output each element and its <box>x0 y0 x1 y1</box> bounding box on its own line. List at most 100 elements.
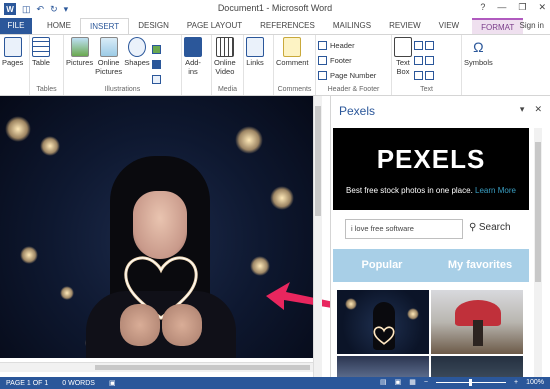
save-icon[interactable]: ◫ <box>22 4 31 15</box>
symbols-button[interactable]: Ω Symbols <box>464 37 493 67</box>
thumb-heart <box>373 326 395 345</box>
document-area[interactable] <box>0 96 334 377</box>
shapes-button[interactable]: Shapes <box>124 37 150 67</box>
object-button[interactable] <box>425 69 434 82</box>
tab-format[interactable]: FORMAT <box>472 18 524 34</box>
tab-insert[interactable]: INSERT <box>80 18 130 34</box>
header-label: Header <box>330 41 355 50</box>
header-button[interactable]: Header <box>318 39 376 52</box>
text-box-button[interactable]: Text Box <box>394 37 412 76</box>
undo-icon[interactable]: ↶ <box>37 4 45 15</box>
help-icon[interactable]: ? <box>480 2 485 13</box>
window-controls: ? — ❐ ✕ <box>480 2 546 13</box>
links-button[interactable]: Links <box>246 37 264 67</box>
addins-label-1: Add- <box>185 58 201 67</box>
pexels-search-input[interactable]: i love free software <box>345 219 463 239</box>
group-illustrations: Pictures Online Pictures Shapes Illustra… <box>64 35 182 95</box>
redo-icon[interactable]: ↻ <box>50 4 58 15</box>
pane-title: Pexels <box>339 104 376 118</box>
signature-line-button[interactable] <box>425 39 434 52</box>
bokeh-light <box>40 136 60 156</box>
word-count[interactable]: 0 WORDS <box>62 380 95 387</box>
horizontal-scroll-thumb[interactable] <box>95 365 310 370</box>
pictures-button[interactable]: Pictures <box>66 37 93 67</box>
pane-scrollbar[interactable] <box>534 128 542 377</box>
comment-button[interactable]: Comment <box>276 37 309 67</box>
addins-label-2: ins <box>188 67 198 76</box>
smartart-button[interactable] <box>151 43 161 56</box>
pexels-search-button[interactable]: ⚲ Search <box>469 222 511 233</box>
bokeh-light <box>20 246 38 264</box>
close-button[interactable]: ✕ <box>538 2 546 13</box>
zoom-slider[interactable] <box>436 378 506 386</box>
pane-scroll-thumb[interactable] <box>535 142 541 282</box>
text-box-label-1: Text <box>396 58 410 67</box>
sign-in-link[interactable]: Sign in <box>520 21 544 30</box>
tab-references[interactable]: REFERENCES <box>251 18 324 34</box>
minimize-button[interactable]: — <box>497 2 506 13</box>
drop-cap-button[interactable] <box>414 69 423 82</box>
document-horizontal-scrollbar[interactable] <box>0 362 313 372</box>
online-video-button[interactable]: Online Video <box>214 37 236 76</box>
tab-design[interactable]: DESIGN <box>129 18 178 34</box>
table-button[interactable]: Table <box>32 37 50 67</box>
pane-close-icon[interactable]: ✕ <box>534 104 542 115</box>
bokeh-light <box>270 186 294 210</box>
header-footer-list: Header Footer Page Number <box>318 37 376 82</box>
web-layout-icon[interactable]: ▦ <box>409 378 416 386</box>
pane-options-icon[interactable]: ▾ <box>520 104 525 115</box>
pages-button[interactable]: Pages <box>2 37 23 67</box>
tab-home[interactable]: HOME <box>38 18 80 34</box>
quick-parts-icon <box>414 41 423 50</box>
quick-parts-button[interactable] <box>414 39 423 52</box>
tab-page-layout[interactable]: PAGE LAYOUT <box>178 18 251 34</box>
group-header-footer: Header Footer Page Number Header & Foote… <box>316 35 392 95</box>
zoom-in-button[interactable]: + <box>514 379 518 386</box>
photo-thumbnail[interactable] <box>337 356 429 377</box>
tab-mailings[interactable]: MAILINGS <box>324 18 380 34</box>
pages-icon <box>3 37 22 57</box>
read-mode-icon[interactable]: ▤ <box>380 378 387 386</box>
customize-qat-icon[interactable]: ▾ <box>64 4 69 15</box>
zoom-out-button[interactable]: − <box>424 379 428 386</box>
ribbon: Pages Table Tables Pictures Online Pictu… <box>0 34 550 96</box>
page-number-button[interactable]: Page Number <box>318 69 376 82</box>
vertical-scroll-thumb[interactable] <box>315 106 321 216</box>
date-time-button[interactable] <box>425 54 434 67</box>
photo-thumbnail[interactable] <box>337 290 429 354</box>
text-tools-list-2 <box>425 37 434 82</box>
pexels-logo: PEXELS <box>376 144 486 174</box>
online-pictures-icon <box>99 37 118 57</box>
tab-file[interactable]: FILE <box>0 18 32 34</box>
tab-review[interactable]: REVIEW <box>380 18 430 34</box>
learn-more-link[interactable]: Learn More <box>475 186 516 195</box>
tab-my-favorites[interactable]: My favorites <box>431 249 529 282</box>
group-text: Text Box Text <box>392 35 462 95</box>
restore-button[interactable]: ❐ <box>518 2 526 13</box>
search-button-label: Search <box>478 222 511 233</box>
status-bar: PAGE 1 OF 1 0 WORDS ▣ ▤ ▣ ▦ − + 100% <box>0 377 550 389</box>
wordart-button[interactable] <box>414 54 423 67</box>
document-vertical-scrollbar[interactable] <box>313 96 322 377</box>
group-comments: Comment Comments <box>274 35 316 95</box>
photo-thumbnail[interactable] <box>431 290 523 354</box>
group-label-tables: Tables <box>36 86 57 93</box>
tab-popular[interactable]: Popular <box>333 249 431 282</box>
addins-button[interactable]: Add- ins <box>184 37 202 76</box>
tab-view[interactable]: VIEW <box>430 18 468 34</box>
pexels-tagline: Best free stock photos in one place. Lea… <box>333 186 529 195</box>
proofing-icon[interactable]: ▣ <box>109 379 116 387</box>
zoom-level[interactable]: 100% <box>526 379 544 386</box>
print-layout-icon[interactable]: ▣ <box>395 378 402 386</box>
bokeh-light <box>5 116 31 142</box>
chart-button[interactable] <box>151 58 161 71</box>
inserted-photo[interactable] <box>0 96 313 358</box>
page-count[interactable]: PAGE 1 OF 1 <box>6 380 48 387</box>
zoom-slider-knob[interactable] <box>469 378 472 386</box>
photo-thumbnail[interactable] <box>431 356 523 377</box>
links-button-label: Links <box>246 58 264 67</box>
footer-button[interactable]: Footer <box>318 54 376 67</box>
screenshot-button[interactable] <box>151 73 161 86</box>
online-pictures-button[interactable]: Online Pictures <box>95 37 122 76</box>
left-hand <box>120 304 160 346</box>
